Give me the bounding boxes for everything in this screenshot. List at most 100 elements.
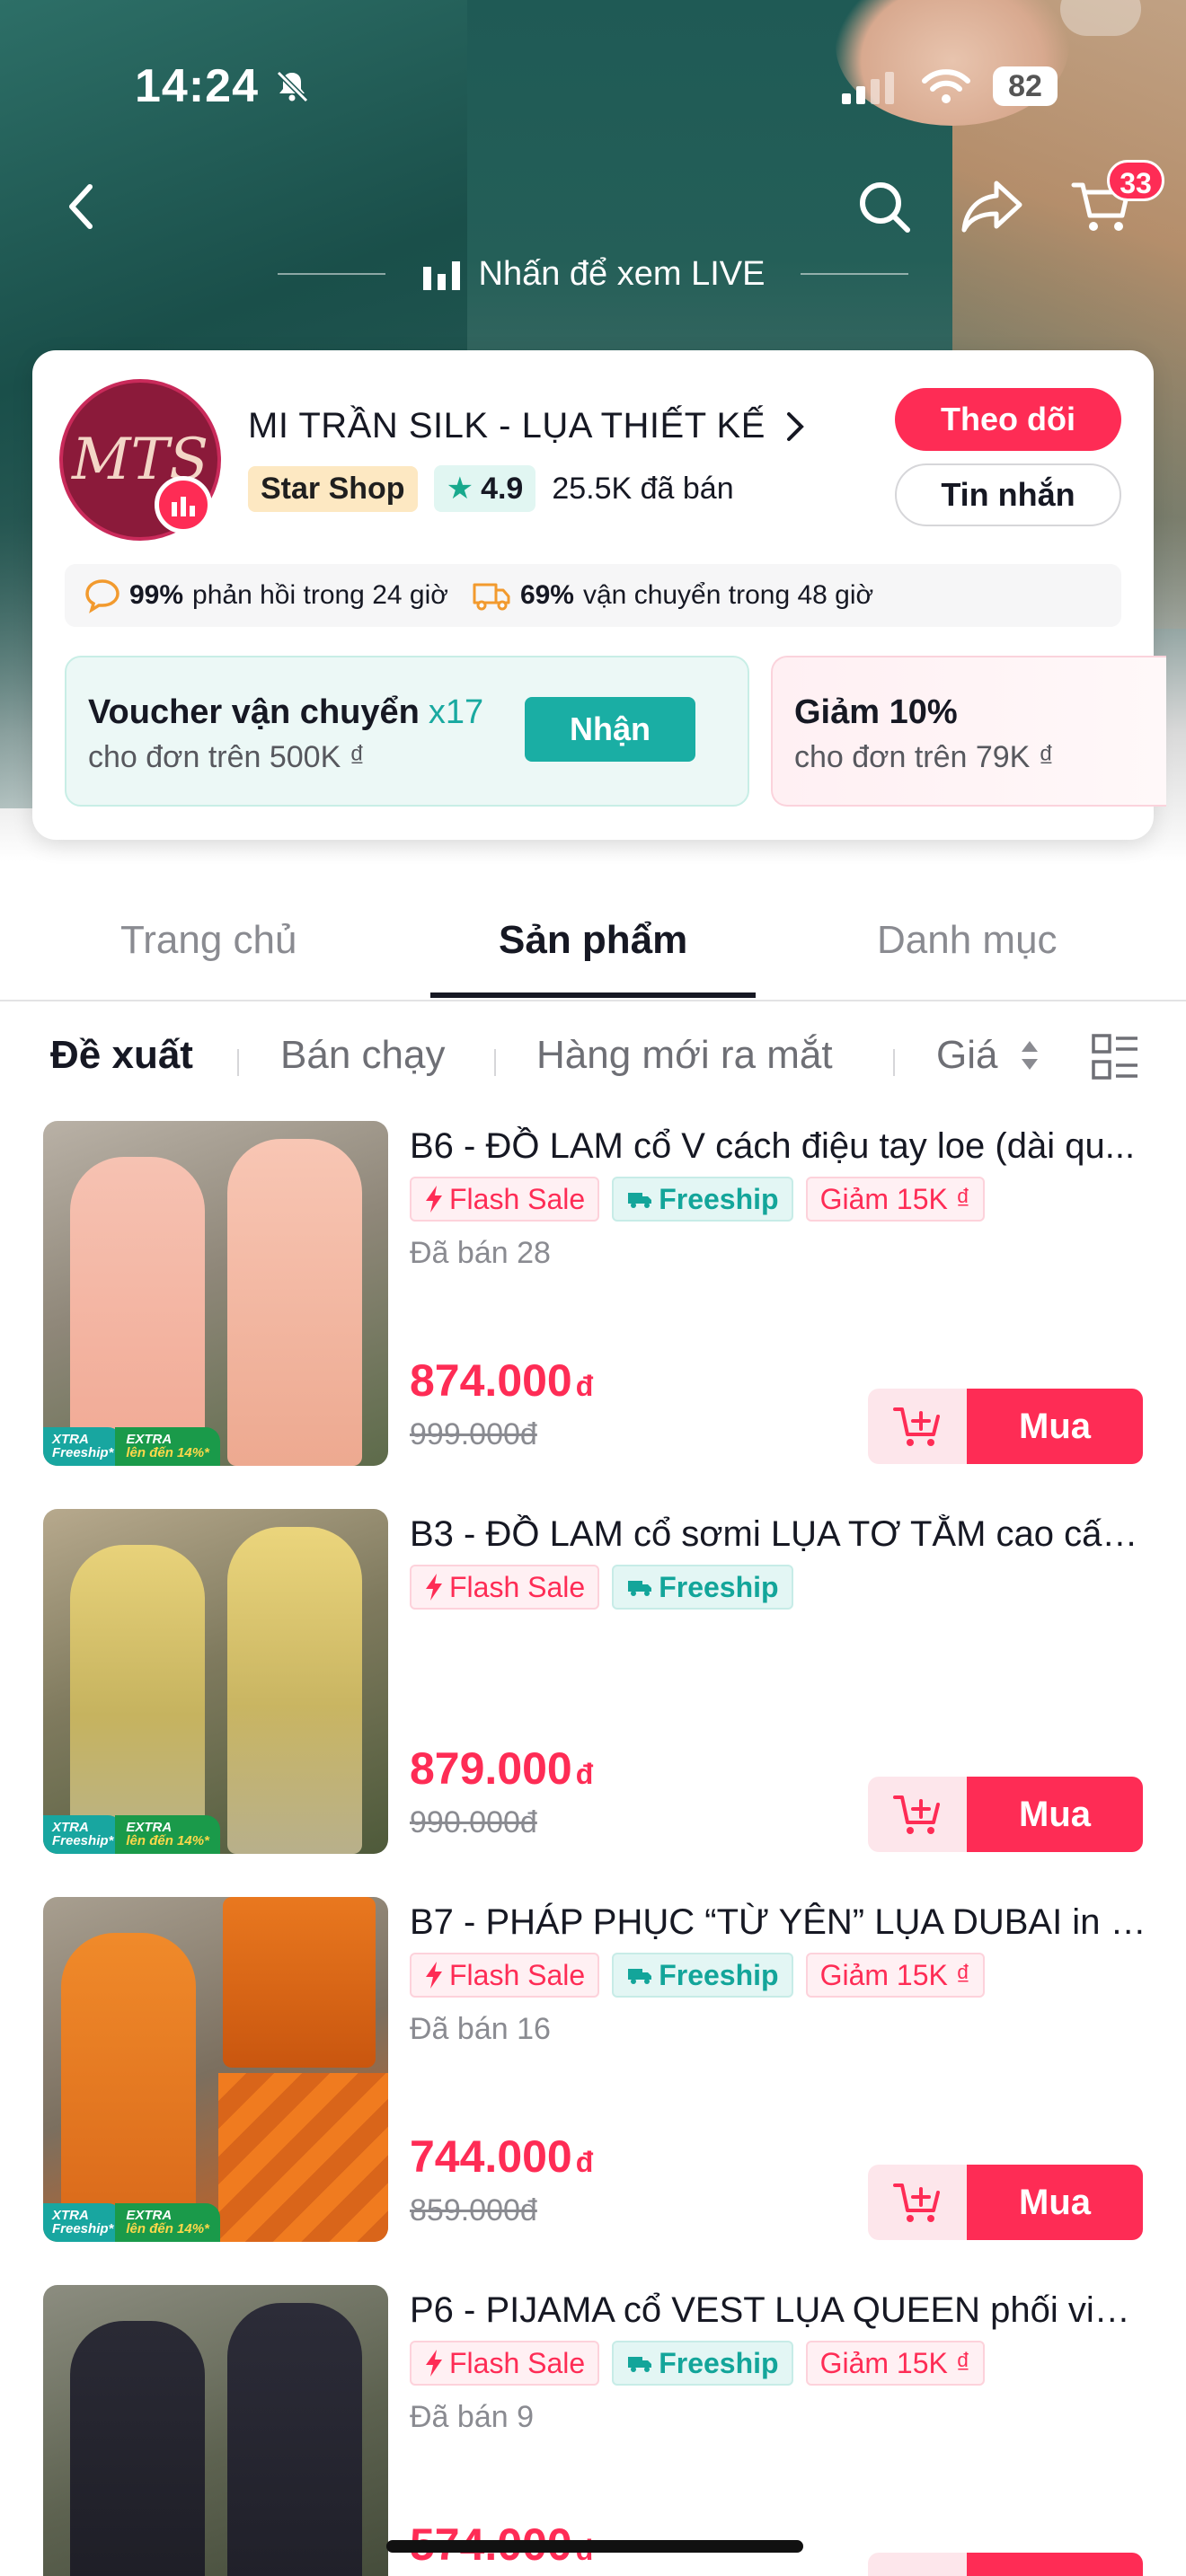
shop-name-text: MI TRẦN SILK - LỤA THIẾT KẾ: [248, 406, 766, 446]
bell-off-icon: [276, 70, 309, 103]
divider: [237, 1049, 239, 1076]
promo-badges: XTRA Freeship* EXTRA lên đến 14%*: [43, 1814, 220, 1854]
model-figure: [61, 1933, 196, 2242]
status-time: 14:24: [135, 60, 259, 112]
add-to-cart-icon: [893, 1407, 940, 1446]
home-indicator: [386, 2540, 803, 2553]
shop-performance: 99% phản hồi trong 24 giờ 69% vận chuyển…: [65, 564, 1121, 627]
product-image[interactable]: XTRA Freeship* EXTRA lên đến 14%*: [43, 1509, 388, 1854]
live-badge-icon: [155, 476, 212, 534]
filter-recommended[interactable]: Đề xuất: [50, 1033, 193, 1078]
shipping-text: vận chuyển trong 48 giờ: [582, 580, 874, 610]
discount-tag: Giảm 15K ₫: [805, 1177, 986, 1222]
claim-voucher-button[interactable]: Nhận: [525, 697, 695, 762]
filter-price[interactable]: Giá: [936, 1033, 1040, 1078]
truck-icon: [473, 583, 510, 611]
shipping-pct: 69%: [519, 580, 574, 610]
flash-sale-tag: Flash Sale: [410, 1953, 600, 1998]
voucher-title: Giảm 10%: [794, 693, 958, 731]
discount-tag: Giảm 15K ₫: [805, 2341, 986, 2386]
tab-home[interactable]: Trang chủ: [120, 918, 296, 963]
price-currency: đ: [575, 1370, 594, 1402]
product-card[interactable]: XTRA Freeship* EXTRA lên đến 14%* B6 - ĐỒ …: [0, 1121, 1186, 1480]
divider: [801, 273, 909, 275]
battery-indicator: 82: [993, 66, 1058, 106]
freeship-label: Freeship: [659, 1182, 779, 1215]
mute-button[interactable]: [1060, 0, 1141, 36]
product-image[interactable]: XTRA Freeship* EXTRA lên đến 14%*: [43, 1121, 388, 1466]
freeship-tag: Freeship: [612, 1177, 793, 1222]
flash-sale-tag: Flash Sale: [410, 1177, 600, 1222]
add-to-cart-icon: [893, 2183, 940, 2222]
extra-badge: EXTRA lên đến 14%*: [115, 2202, 220, 2242]
filter-best-selling[interactable]: Bán chạy: [280, 1033, 445, 1078]
extra-sub: lên đến 14%*: [126, 1445, 209, 1461]
product-title[interactable]: B3 - ĐỒ LAM cổ sơmi LỤA TƠ TẰM cao cấp..…: [410, 1514, 1146, 1555]
product-tags: Flash Sale Freeship Giảm 15K ₫: [410, 1953, 986, 1998]
status-bar: 14:24 82: [0, 54, 1186, 117]
flash-sale-label: Flash Sale: [449, 1182, 586, 1215]
add-to-cart-button[interactable]: [868, 1777, 967, 1852]
buy-button[interactable]: Mua: [967, 1777, 1143, 1852]
xtra-badge: XTRA Freeship*: [43, 1426, 123, 1466]
watch-live-banner[interactable]: Nhấn để xem LIVE: [0, 247, 1186, 301]
product-image[interactable]: [43, 2285, 388, 2576]
add-to-cart-icon: [893, 1795, 940, 1834]
product-card[interactable]: P6 - PIJAMA cổ VEST LỤA QUEEN phối viền.…: [0, 2285, 1186, 2576]
add-to-cart-button[interactable]: [868, 2165, 967, 2240]
flash-sale-label: Flash Sale: [449, 2346, 586, 2379]
product-title[interactable]: B7 - PHÁP PHỤC “TỪ YÊN” LỤA DUBAI in h..…: [410, 1902, 1146, 1943]
add-to-cart-button[interactable]: [868, 2553, 967, 2576]
flash-sale-label: Flash Sale: [449, 1570, 586, 1603]
product-card[interactable]: XTRA Freeship* EXTRA lên đến 14%* B3 - ĐỒ …: [0, 1509, 1186, 1868]
xtra-badge: XTRA Freeship*: [43, 2202, 123, 2242]
buy-button[interactable]: [967, 2553, 1143, 2576]
chevron-right-icon: [786, 411, 804, 441]
freeship-label: Freeship: [659, 1958, 779, 1991]
xtra-sub: Freeship*: [52, 1833, 114, 1849]
voucher-subtitle: cho đơn trên 79K ₫: [794, 740, 1055, 774]
shop-name[interactable]: MI TRẦN SILK - LỤA THIẾT KẾ: [248, 406, 809, 446]
freeship-tag: Freeship: [612, 1565, 793, 1610]
original-price: 859.000đ: [410, 2193, 537, 2228]
product-title[interactable]: B6 - ĐỒ LAM cổ V cách điệu tay loe (dài …: [410, 1126, 1146, 1167]
model-figure: [227, 2303, 362, 2576]
sort-icon: [1021, 1041, 1038, 1070]
search-icon[interactable]: [848, 171, 920, 243]
model-figure: [223, 1897, 376, 2068]
xtra-sub: Freeship*: [52, 2221, 114, 2237]
share-icon[interactable]: [956, 171, 1028, 243]
voucher-multiplier: x17: [428, 693, 484, 731]
filter-new-arrivals[interactable]: Hàng mới ra mắt: [536, 1033, 833, 1078]
shop-sold-count: 25.5K đã bán: [552, 471, 734, 506]
xtra-label: XTRA: [52, 1431, 89, 1447]
shipping-voucher[interactable]: Voucher vận chuyển x17 cho đơn trên 500K …: [65, 656, 749, 807]
tab-products[interactable]: Sản phẩm: [499, 918, 687, 963]
message-button[interactable]: Tin nhắn: [895, 463, 1121, 526]
back-icon[interactable]: [45, 171, 117, 243]
product-title[interactable]: P6 - PIJAMA cổ VEST LỤA QUEEN phối viền.…: [410, 2290, 1146, 2331]
product-card[interactable]: XTRA Freeship* EXTRA lên đến 14%* B7 - PHÁ…: [0, 1897, 1186, 2256]
tab-categories[interactable]: Danh mục: [877, 918, 1058, 963]
wifi-icon: [922, 69, 970, 103]
discount-voucher[interactable]: Giảm 10% cho đơn trên 79K ₫: [771, 656, 1166, 807]
chat-icon: [85, 579, 119, 613]
divider: [494, 1049, 496, 1076]
product-image[interactable]: XTRA Freeship* EXTRA lên đến 14%*: [43, 1897, 388, 2242]
add-to-cart-button[interactable]: [868, 1389, 967, 1464]
rating-value: 4.9: [481, 471, 524, 506]
top-nav: [0, 171, 1186, 251]
buy-button[interactable]: Mua: [967, 1389, 1143, 1464]
product-filters: Đề xuất Bán chạy Hàng mới ra mắt Giá: [0, 1033, 1186, 1096]
buy-button[interactable]: Mua: [967, 2165, 1143, 2240]
follow-button[interactable]: Theo dõi: [895, 388, 1121, 451]
product-price: 874.000 đ: [410, 1354, 593, 1407]
voucher-subtitle: cho đơn trên 500K ₫: [88, 740, 366, 774]
live-bars-icon: [422, 261, 460, 290]
voucher-title-text: Voucher vận chuyển: [88, 693, 420, 731]
original-price: 990.000đ: [410, 1805, 537, 1839]
grid-view-icon[interactable]: [1091, 1033, 1139, 1081]
price-value: 874.000: [410, 1355, 572, 1406]
response-pct: 99%: [129, 580, 184, 610]
model-figure: [70, 1545, 205, 1854]
